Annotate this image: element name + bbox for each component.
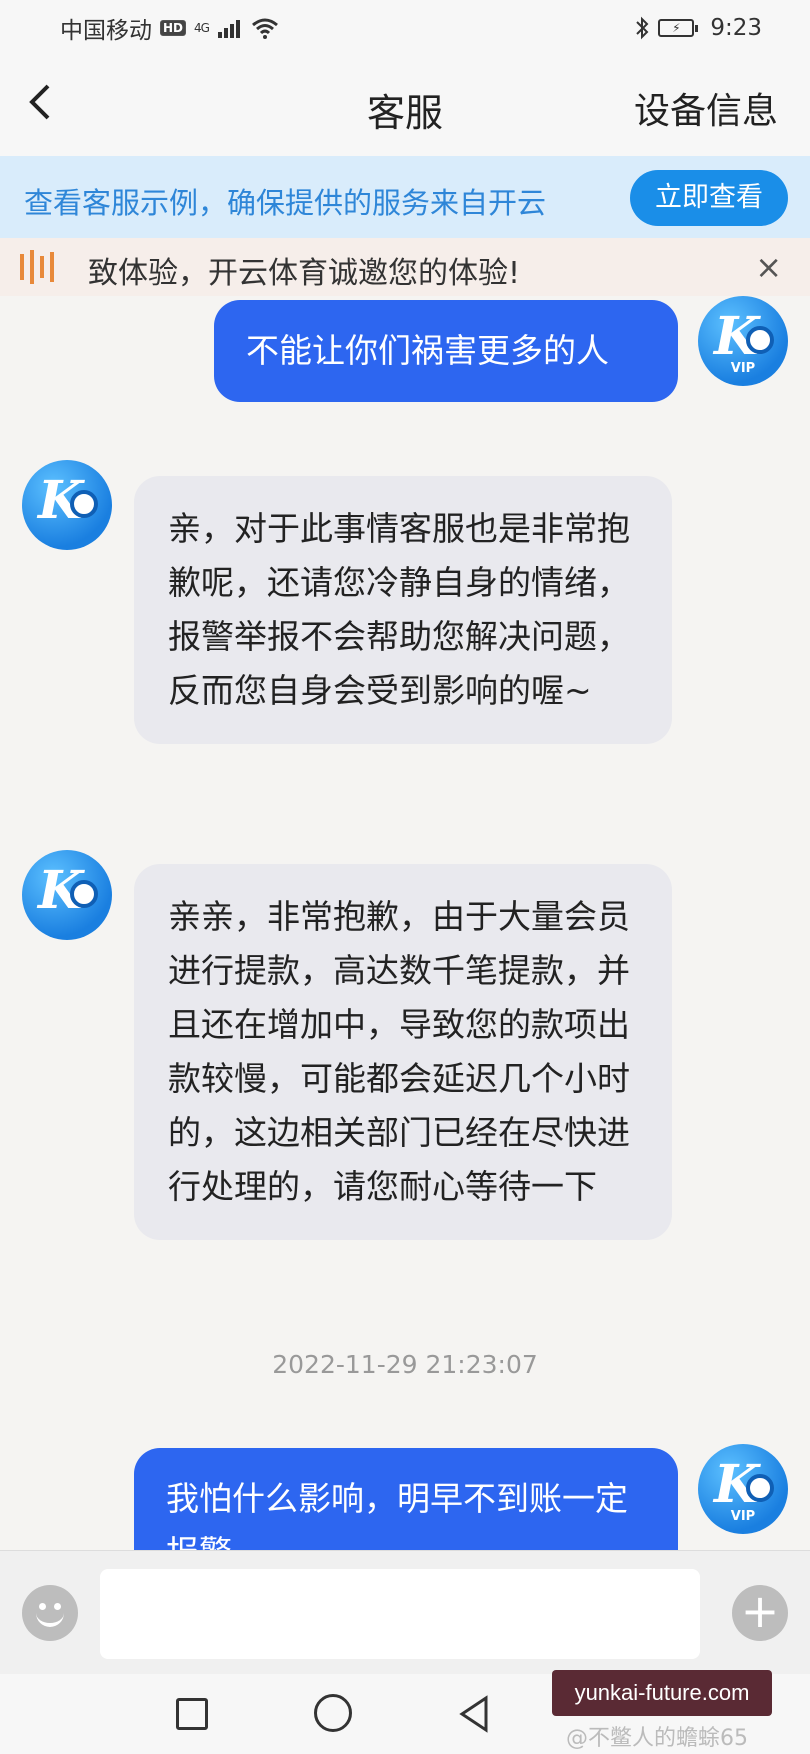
agent-message-bubble: 亲亲，非常抱歉，由于大量会员进行提款，高达数千笔提款，并且还在增加中，导致您的款… (134, 864, 672, 1240)
message-text: 亲亲，非常抱歉，由于大量会员进行提款，高达数千笔提款，并且还在增加中，导致您的款… (168, 897, 630, 1206)
message-text: 不能让你们祸害更多的人 (246, 331, 609, 370)
network-type: 4G (194, 21, 210, 35)
status-right: ⚡ 9:23 (634, 15, 762, 41)
agent-message-bubble: 亲，对于此事情客服也是非常抱歉呢，还请您冷静自身的情绪，报警举报不会帮助您解决问… (134, 476, 672, 744)
message-input[interactable] (100, 1569, 700, 1659)
view-now-button[interactable]: 立即查看 (630, 170, 788, 226)
agent-avatar[interactable]: K (22, 460, 112, 550)
marquee-sound-icon (20, 250, 54, 284)
device-info-button[interactable]: 设备信息 (634, 82, 778, 134)
nav-back-icon[interactable] (456, 1694, 492, 1734)
signal-icon (217, 20, 240, 38)
marquee-bar: 致体验，开云体育诚邀您的体验! × (0, 238, 810, 296)
wifi-icon (251, 18, 278, 39)
watermark-site: yunkai-future.com (552, 1670, 772, 1716)
carrier-label: 中国移动 (60, 18, 152, 44)
close-icon[interactable]: × (755, 248, 782, 286)
nav-home-icon[interactable] (314, 1694, 352, 1732)
user-message-bubble: 不能让你们祸害更多的人 (214, 300, 678, 402)
battery-icon: ⚡ (658, 19, 699, 37)
clock: 9:23 (710, 15, 762, 41)
hd-badge: HD (160, 20, 187, 36)
notice-banner: 查看客服示例，确保提供的服务来自开云 立即查看 (0, 156, 810, 238)
plus-icon[interactable]: + (732, 1585, 788, 1641)
nav-square-icon[interactable] (176, 1698, 208, 1730)
message-text: 亲，对于此事情客服也是非常抱歉呢，还请您冷静自身的情绪，报警举报不会帮助您解决问… (168, 509, 630, 710)
bluetooth-icon (636, 16, 649, 40)
agent-avatar[interactable]: K (22, 850, 112, 940)
status-bar: 中国移动 HD 4G ⚡ 9:23 (0, 0, 810, 56)
user-message-bubble: 我怕什么影响，明早不到账一定报警 (134, 1448, 678, 1550)
user-avatar[interactable]: K VIP (698, 296, 788, 386)
notice-text: 查看客服示例，确保提供的服务来自开云 (24, 186, 547, 220)
header: 客服 设备信息 (0, 56, 810, 156)
marquee-text: 致体验，开云体育诚邀您的体验! (88, 256, 521, 291)
message-timestamp: 2022-11-29 21:23:07 (272, 1350, 538, 1379)
message-text: 我怕什么影响，明早不到账一定报警 (166, 1479, 628, 1550)
vip-badge: VIP (730, 1509, 756, 1524)
message-clip: 我怕什么影响，明早不到账一定报警 K VIP (0, 1440, 810, 1550)
input-bar: + (0, 1550, 810, 1674)
status-left: 中国移动 HD 4G (60, 11, 279, 45)
vip-badge: VIP (730, 361, 756, 376)
emoji-icon[interactable] (22, 1585, 78, 1641)
user-avatar[interactable]: K VIP (698, 1444, 788, 1534)
watermark-author: @不鳖人的蟾蜍65 (566, 1726, 748, 1751)
